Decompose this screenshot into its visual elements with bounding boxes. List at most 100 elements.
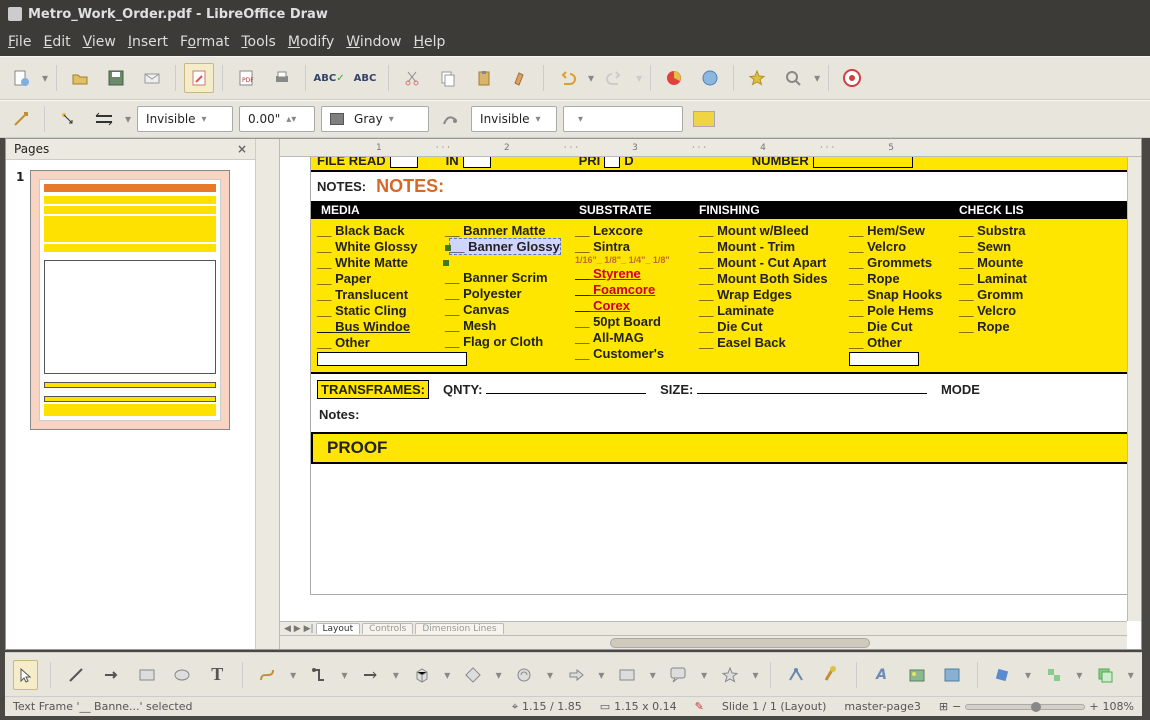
basic-shapes-tool[interactable] [460, 660, 485, 690]
page-thumbnail[interactable] [30, 170, 230, 430]
email-button[interactable] [137, 63, 167, 93]
undo-button[interactable] [552, 63, 582, 93]
arrow-style-button[interactable] [6, 104, 36, 134]
zoom-button[interactable] [778, 63, 808, 93]
from-file-tool[interactable] [904, 660, 929, 690]
menu-file[interactable]: File [8, 34, 31, 50]
media-col2: Banner Matte Banner Glossy Banner Scrim … [439, 219, 569, 372]
ruler-mark: 5 [888, 143, 894, 153]
cut-button[interactable] [397, 63, 427, 93]
edit-file-button[interactable] [184, 63, 214, 93]
list-item: Foamcore [575, 282, 687, 297]
zoom-slider[interactable] [965, 704, 1085, 710]
line-style-value: Invisible [146, 112, 196, 126]
ruler-mark: 2 [504, 143, 510, 153]
menu-window[interactable]: Window [346, 34, 401, 50]
line-endings-button[interactable] [53, 104, 83, 134]
menu-tools[interactable]: Tools [241, 34, 276, 50]
export-pdf-button[interactable]: PDF [231, 63, 261, 93]
zoom-controls[interactable]: ⊞ − + 108% [939, 700, 1134, 713]
chevron-down-icon: ▾ [578, 114, 583, 125]
area-value-combo[interactable]: ▾ [563, 106, 683, 132]
symbol-shapes-tool[interactable] [512, 660, 537, 690]
chart-button[interactable] [659, 63, 689, 93]
shadow-button[interactable] [689, 104, 719, 134]
horizontal-scrollbar[interactable] [280, 635, 1127, 649]
workarea: Pages × 1 1 · · [5, 138, 1142, 650]
line-width-value: 0.00" [248, 112, 280, 126]
page-thumb-number: 1 [16, 170, 24, 430]
line-color-combo[interactable]: Gray▾ [321, 106, 429, 132]
save-button[interactable] [101, 63, 131, 93]
horizontal-ruler[interactable]: 1 · · · 2 · · · 3 · · · 4 · · · 5 [256, 139, 1141, 157]
clone-format-button[interactable] [505, 63, 535, 93]
select-tool[interactable] [13, 660, 38, 690]
document-viewport[interactable]: FILE READ IN PRID NUMBER NOTES: NOTES: M… [280, 157, 1127, 621]
menu-view[interactable]: View [83, 34, 116, 50]
page[interactable]: FILE READ IN PRID NUMBER NOTES: NOTES: M… [310, 157, 1127, 595]
area-style-combo[interactable]: Invisible▾ [471, 106, 557, 132]
area-dialog-button[interactable] [435, 104, 465, 134]
tab-dimension[interactable]: Dimension Lines [415, 623, 503, 634]
text-tool[interactable]: T [205, 660, 230, 690]
menu-format[interactable]: Format [180, 34, 229, 50]
fit-page-icon[interactable]: ⊞ [939, 700, 948, 713]
proof-header: PROOF [311, 432, 1127, 464]
spellcheck-button[interactable]: ABC✓ [314, 63, 344, 93]
curve-tool[interactable] [255, 660, 280, 690]
edit-points-tool[interactable] [783, 660, 808, 690]
gluepoints-tool[interactable] [819, 660, 844, 690]
connector-tool[interactable] [306, 660, 331, 690]
arrange-tool[interactable] [1092, 660, 1117, 690]
zoom-value[interactable]: 108% [1103, 700, 1134, 713]
paste-button[interactable] [469, 63, 499, 93]
flowchart-tool[interactable] [614, 660, 639, 690]
align-tool[interactable] [1041, 660, 1066, 690]
line-width-combo[interactable]: 0.00"▴▾ [239, 106, 315, 132]
stars-tool[interactable] [717, 660, 742, 690]
navigator-button[interactable] [742, 63, 772, 93]
autospell-button[interactable]: ABC [350, 63, 380, 93]
selected-text-frame[interactable]: Banner Glossy [449, 238, 561, 255]
effects-tool[interactable] [990, 660, 1015, 690]
menu-edit[interactable]: Edit [43, 34, 70, 50]
block-arrows-tool[interactable] [563, 660, 588, 690]
redo-button[interactable] [600, 63, 630, 93]
callout-tool[interactable] [666, 660, 691, 690]
app-icon [8, 7, 22, 21]
close-icon[interactable]: × [237, 142, 247, 156]
rectangle-tool[interactable] [134, 660, 159, 690]
ellipse-tool[interactable] [169, 660, 194, 690]
hyperlink-button[interactable] [695, 63, 725, 93]
new-doc-button[interactable] [6, 63, 36, 93]
lines-arrows-tool[interactable] [357, 660, 382, 690]
pages-panel-body[interactable]: 1 [6, 160, 255, 649]
print-button[interactable] [267, 63, 297, 93]
vertical-ruler[interactable] [256, 139, 280, 649]
zoom-in-icon[interactable]: + [1089, 700, 1098, 713]
list-item: Hem/Sew [849, 223, 947, 238]
drawing-toolbar: T ▾ ▾ ▾ ▾ ▾ ▾ ▾ ▾ ▾ ▾ A ▾ ▾ ▾ [5, 652, 1142, 696]
menu-modify[interactable]: Modify [288, 34, 334, 50]
checklist-col: Substra Sewn Mounte Laminat Gromm Velcro… [953, 219, 1033, 372]
zoom-out-icon[interactable]: − [952, 700, 961, 713]
3d-tool[interactable] [409, 660, 434, 690]
tab-layout[interactable]: Layout [316, 623, 361, 634]
line-style-combo[interactable]: Invisible▾ [137, 106, 233, 132]
tab-controls[interactable]: Controls [362, 623, 413, 634]
menu-insert[interactable]: Insert [128, 34, 168, 50]
copy-button[interactable] [433, 63, 463, 93]
open-button[interactable] [65, 63, 95, 93]
vertical-scrollbar[interactable] [1127, 157, 1141, 621]
section-body: Black Back White Glossy White Matte Pape… [311, 219, 1127, 374]
line-tool[interactable] [63, 660, 88, 690]
line-ends-swap-button[interactable] [89, 104, 119, 134]
list-item: Velcro [959, 303, 1027, 318]
fontwork-tool[interactable]: A [869, 660, 894, 690]
list-item: Static Cling [317, 303, 433, 318]
menu-help[interactable]: Help [413, 34, 445, 50]
arrow-line-tool[interactable] [99, 660, 124, 690]
status-master[interactable]: master-page3 [844, 700, 921, 713]
gallery-tool[interactable] [940, 660, 965, 690]
help-button[interactable] [837, 63, 867, 93]
